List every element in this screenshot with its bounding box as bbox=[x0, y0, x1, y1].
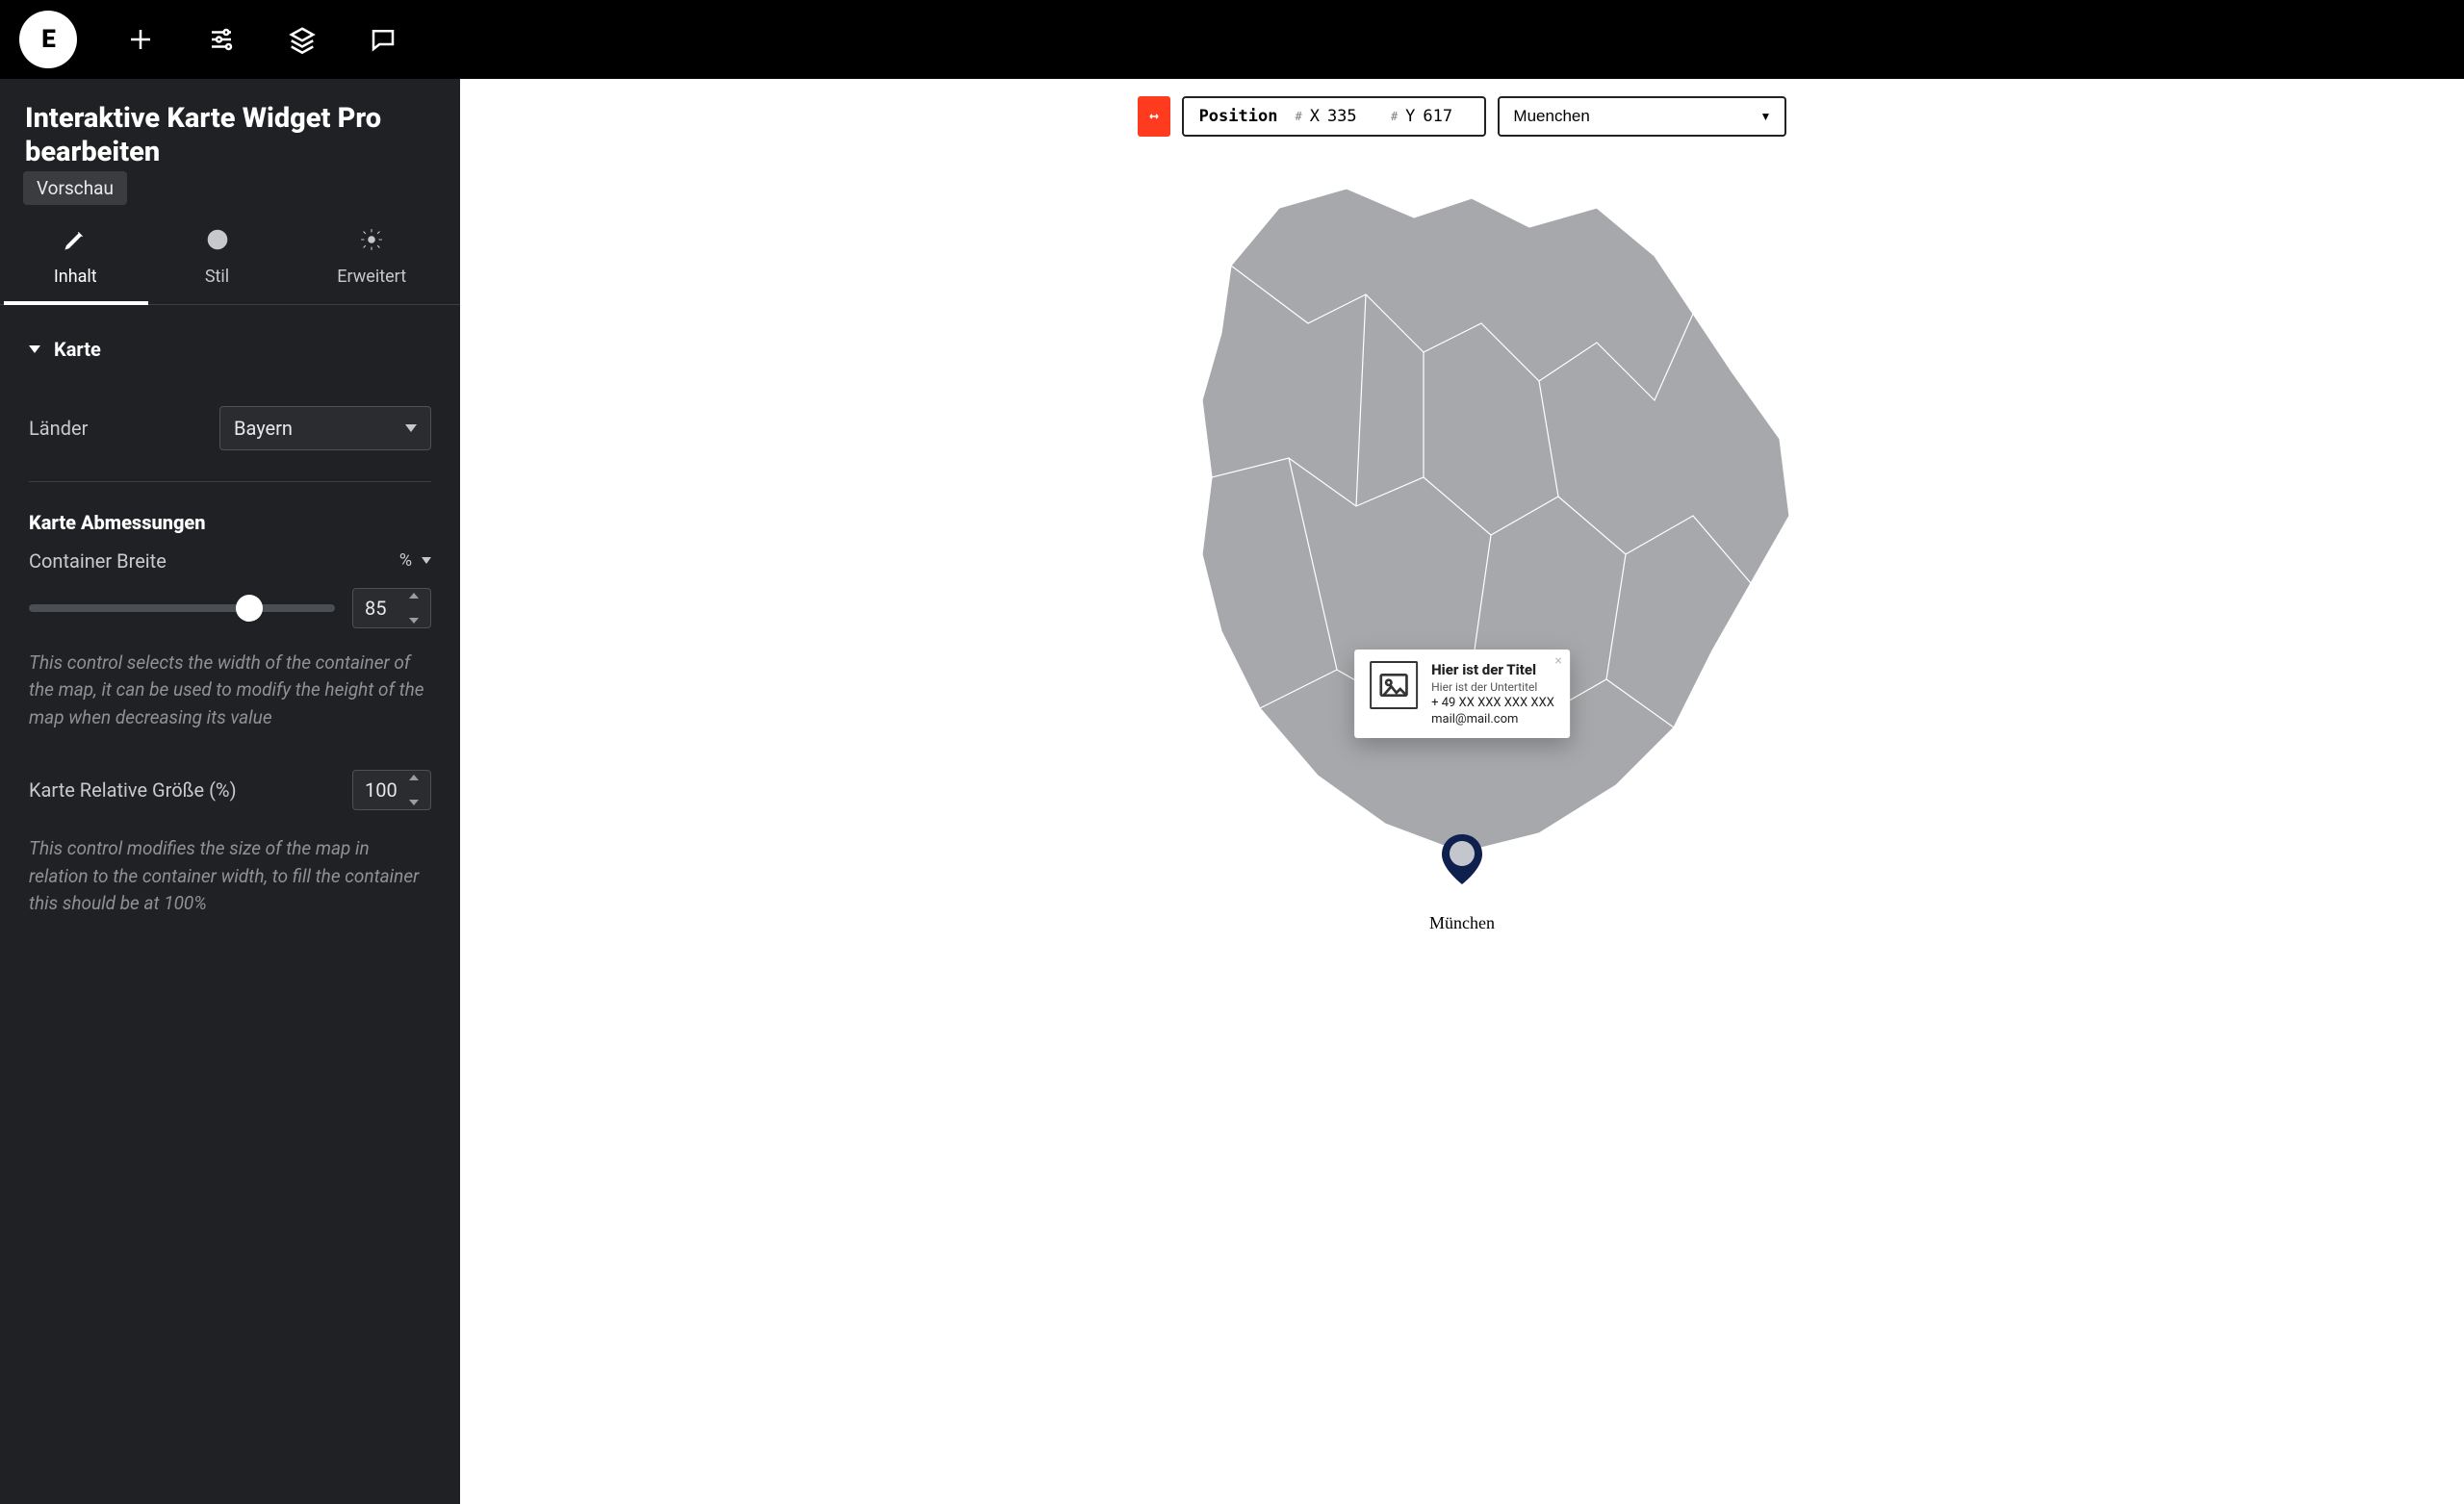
chevron-down-icon bbox=[422, 557, 431, 564]
accordion-karte[interactable]: Karte bbox=[29, 305, 431, 389]
popup-text: Hier ist der Titel Hier ist der Untertit… bbox=[1431, 661, 1554, 727]
hash-icon: # bbox=[1391, 110, 1398, 123]
position-x: # X bbox=[1295, 107, 1373, 126]
container-width-value: 85 bbox=[365, 597, 386, 620]
settings-sliders-icon[interactable] bbox=[204, 22, 239, 57]
panel-title: Interaktive Karte Widget Pro bearbeiten bbox=[0, 79, 460, 185]
chat-icon[interactable] bbox=[366, 22, 400, 57]
popup-email: mail@mail.com bbox=[1431, 712, 1554, 727]
hash-icon: # bbox=[1295, 110, 1301, 123]
location-select-value: Muenchen bbox=[1513, 107, 1589, 126]
position-readout: Position # X # Y bbox=[1182, 96, 1487, 137]
tab-advanced[interactable]: Erweitert bbox=[327, 227, 416, 304]
relative-size-input[interactable]: 100 bbox=[352, 770, 431, 810]
container-width-header: Container Breite % bbox=[29, 544, 431, 582]
container-width-slider-row: 85 bbox=[29, 582, 431, 642]
country-select[interactable]: Bayern bbox=[219, 406, 431, 450]
container-width-unit-select[interactable]: % bbox=[399, 550, 431, 571]
preview-inner: Position # X # Y Muenchen ▼ bbox=[460, 79, 2464, 1504]
stepper-down-icon[interactable] bbox=[409, 618, 419, 624]
chevron-down-icon: ▼ bbox=[1760, 110, 1772, 123]
country-select-value: Bayern bbox=[234, 417, 293, 440]
editor-side-panel: Interaktive Karte Widget Pro bearbeiten … bbox=[0, 79, 460, 1504]
tab-style-label: Stil bbox=[205, 267, 229, 287]
popup-subtitle: Hier ist der Untertitel bbox=[1431, 680, 1554, 694]
stepper[interactable] bbox=[409, 775, 426, 805]
country-field-row: Länder Bayern bbox=[29, 389, 431, 468]
divider bbox=[29, 481, 431, 482]
position-y: # Y bbox=[1391, 107, 1469, 126]
layers-icon[interactable] bbox=[285, 22, 320, 57]
map-marker[interactable] bbox=[1442, 834, 1482, 884]
y-letter: Y bbox=[1405, 107, 1415, 126]
preview-tooltip: Vorschau bbox=[23, 171, 127, 205]
relative-size-value: 100 bbox=[365, 778, 398, 802]
stepper[interactable] bbox=[409, 593, 426, 624]
panel-tabs: Inhalt Stil Erweitert bbox=[0, 192, 460, 305]
dimensions-heading: Karte Abmessungen bbox=[29, 488, 431, 544]
preview-canvas: Position # X # Y Muenchen ▼ bbox=[460, 79, 2464, 1504]
popup-phone: + 49 XX XXX XXX XXX bbox=[1431, 696, 1554, 710]
tab-style[interactable]: Stil bbox=[195, 227, 240, 304]
country-label: Länder bbox=[29, 417, 88, 440]
popup-close[interactable]: × bbox=[1554, 653, 1561, 669]
chevron-down-icon bbox=[405, 424, 417, 432]
container-width-input[interactable]: 85 bbox=[352, 588, 431, 628]
main-area: Interaktive Karte Widget Pro bearbeiten … bbox=[0, 79, 2464, 1504]
map-controls-row: Position # X # Y Muenchen ▼ bbox=[1138, 96, 1787, 137]
location-select[interactable]: Muenchen ▼ bbox=[1498, 96, 1786, 137]
position-x-input[interactable] bbox=[1327, 107, 1373, 126]
image-placeholder-icon bbox=[1370, 661, 1418, 709]
bavaria-map[interactable] bbox=[1116, 150, 1809, 881]
tab-advanced-label: Erweitert bbox=[337, 267, 406, 287]
x-letter: X bbox=[1310, 107, 1320, 126]
marker-popup: × Hier ist der Titel Hier ist der Untert… bbox=[1354, 650, 1570, 738]
relative-size-help: This control modifies the size of the ma… bbox=[29, 828, 431, 939]
container-width-unit: % bbox=[399, 550, 412, 571]
position-label: Position bbox=[1199, 107, 1278, 126]
position-y-input[interactable] bbox=[1423, 107, 1469, 126]
plus-icon[interactable] bbox=[123, 22, 158, 57]
map-wrap: × Hier ist der Titel Hier ist der Untert… bbox=[1116, 150, 1809, 1466]
panel-body: Karte Länder Bayern Karte Abmessungen Co… bbox=[0, 305, 460, 1504]
city-label: München bbox=[1429, 913, 1495, 933]
drag-handle[interactable] bbox=[1138, 96, 1170, 137]
caret-down-icon bbox=[29, 345, 40, 353]
gear-icon bbox=[359, 227, 384, 257]
accordion-karte-label: Karte bbox=[54, 338, 101, 361]
relative-size-row: Karte Relative Größe (%) 100 bbox=[29, 752, 431, 828]
contrast-icon bbox=[205, 227, 230, 257]
container-width-label: Container Breite bbox=[29, 549, 167, 573]
slider-thumb[interactable] bbox=[236, 595, 263, 622]
topbar: E bbox=[0, 0, 2464, 79]
tab-content-label: Inhalt bbox=[54, 267, 97, 287]
tab-content[interactable]: Inhalt bbox=[44, 227, 107, 304]
stepper-down-icon[interactable] bbox=[409, 800, 419, 805]
container-width-help: This control selects the width of the co… bbox=[29, 642, 431, 753]
container-width-slider[interactable] bbox=[29, 604, 335, 612]
relative-size-label: Karte Relative Größe (%) bbox=[29, 778, 237, 802]
elementor-logo-button[interactable]: E bbox=[19, 11, 77, 68]
popup-title: Hier ist der Titel bbox=[1431, 661, 1554, 678]
stepper-up-icon[interactable] bbox=[409, 593, 419, 599]
pencil-icon bbox=[63, 227, 88, 257]
elementor-logo-glyph: E bbox=[41, 25, 55, 54]
stepper-up-icon[interactable] bbox=[409, 775, 419, 780]
